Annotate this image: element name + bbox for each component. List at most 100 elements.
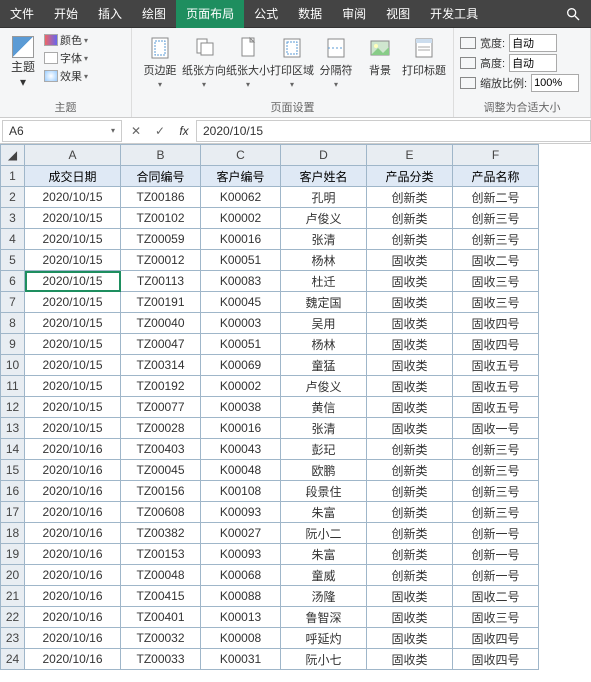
- cell[interactable]: TZ00314: [121, 355, 201, 376]
- cell[interactable]: 呼延灼: [281, 628, 367, 649]
- row-header-22[interactable]: 22: [1, 607, 25, 628]
- cell[interactable]: 固收三号: [453, 271, 539, 292]
- header-cell[interactable]: 合同编号: [121, 166, 201, 187]
- search-icon[interactable]: [563, 4, 583, 24]
- cell[interactable]: K00088: [201, 586, 281, 607]
- cell[interactable]: 固收类: [367, 607, 453, 628]
- fx-icon[interactable]: fx: [172, 124, 196, 138]
- cell[interactable]: 固收四号: [453, 313, 539, 334]
- cell[interactable]: 2020/10/16: [25, 502, 121, 523]
- printarea-button[interactable]: 打印区域▾: [270, 32, 314, 89]
- header-cell[interactable]: 成交日期: [25, 166, 121, 187]
- cell[interactable]: 2020/10/15: [25, 271, 121, 292]
- cell[interactable]: K00062: [201, 187, 281, 208]
- cell[interactable]: K00108: [201, 481, 281, 502]
- cell[interactable]: 2020/10/16: [25, 607, 121, 628]
- row-header-20[interactable]: 20: [1, 565, 25, 586]
- cell[interactable]: TZ00012: [121, 250, 201, 271]
- cell[interactable]: 创新三号: [453, 208, 539, 229]
- height-input[interactable]: [509, 54, 557, 72]
- name-box[interactable]: A6▾: [2, 120, 122, 142]
- row-header-18[interactable]: 18: [1, 523, 25, 544]
- cell[interactable]: 固收类: [367, 628, 453, 649]
- cell[interactable]: 2020/10/16: [25, 544, 121, 565]
- cell[interactable]: 魏定国: [281, 292, 367, 313]
- header-cell[interactable]: 客户姓名: [281, 166, 367, 187]
- menu-dev[interactable]: 开发工具: [420, 0, 488, 28]
- header-cell[interactable]: 客户编号: [201, 166, 281, 187]
- cell[interactable]: 阮小七: [281, 649, 367, 670]
- cell[interactable]: K00051: [201, 250, 281, 271]
- formula-input[interactable]: 2020/10/15: [196, 120, 591, 142]
- cell[interactable]: 2020/10/16: [25, 460, 121, 481]
- cell[interactable]: 2020/10/15: [25, 397, 121, 418]
- cell[interactable]: 2020/10/16: [25, 565, 121, 586]
- cell[interactable]: 鲁智深: [281, 607, 367, 628]
- col-header-F[interactable]: F: [453, 145, 539, 166]
- cell[interactable]: 创新类: [367, 565, 453, 586]
- cancel-icon[interactable]: ✕: [124, 124, 148, 138]
- cell[interactable]: 固收类: [367, 292, 453, 313]
- cell[interactable]: 固收四号: [453, 649, 539, 670]
- cell[interactable]: 2020/10/16: [25, 481, 121, 502]
- row-header-2[interactable]: 2: [1, 187, 25, 208]
- cell[interactable]: 创新一号: [453, 565, 539, 586]
- cell[interactable]: 固收类: [367, 397, 453, 418]
- cell[interactable]: K00031: [201, 649, 281, 670]
- header-cell[interactable]: 产品名称: [453, 166, 539, 187]
- cell[interactable]: 创新类: [367, 481, 453, 502]
- cell[interactable]: 固收四号: [453, 628, 539, 649]
- row-header-11[interactable]: 11: [1, 376, 25, 397]
- cell[interactable]: 固收类: [367, 313, 453, 334]
- cell[interactable]: 创新一号: [453, 523, 539, 544]
- cell[interactable]: K00093: [201, 544, 281, 565]
- cell[interactable]: TZ00048: [121, 565, 201, 586]
- row-header-4[interactable]: 4: [1, 229, 25, 250]
- row-header-12[interactable]: 12: [1, 397, 25, 418]
- menu-layout[interactable]: 页面布局: [176, 0, 244, 28]
- row-header-23[interactable]: 23: [1, 628, 25, 649]
- cell[interactable]: 2020/10/15: [25, 418, 121, 439]
- cell[interactable]: K00013: [201, 607, 281, 628]
- row-header-13[interactable]: 13: [1, 418, 25, 439]
- menu-view[interactable]: 视图: [376, 0, 420, 28]
- cell[interactable]: TZ00401: [121, 607, 201, 628]
- cell[interactable]: TZ00382: [121, 523, 201, 544]
- cell[interactable]: K00003: [201, 313, 281, 334]
- cell[interactable]: 朱富: [281, 544, 367, 565]
- menu-draw[interactable]: 绘图: [132, 0, 176, 28]
- cell[interactable]: TZ00156: [121, 481, 201, 502]
- col-header-E[interactable]: E: [367, 145, 453, 166]
- cell[interactable]: 张清: [281, 229, 367, 250]
- cell[interactable]: 固收五号: [453, 376, 539, 397]
- cell[interactable]: 创新类: [367, 208, 453, 229]
- cell[interactable]: 2020/10/15: [25, 313, 121, 334]
- cell[interactable]: 2020/10/15: [25, 208, 121, 229]
- cell[interactable]: 创新类: [367, 544, 453, 565]
- cell[interactable]: K00048: [201, 460, 281, 481]
- cell[interactable]: 创新类: [367, 523, 453, 544]
- row-header-6[interactable]: 6: [1, 271, 25, 292]
- cell[interactable]: 创新二号: [453, 187, 539, 208]
- cell[interactable]: TZ00153: [121, 544, 201, 565]
- cell[interactable]: K00016: [201, 229, 281, 250]
- cell[interactable]: 固收三号: [453, 607, 539, 628]
- cell[interactable]: 2020/10/15: [25, 355, 121, 376]
- cell[interactable]: TZ00186: [121, 187, 201, 208]
- row-header-10[interactable]: 10: [1, 355, 25, 376]
- cell[interactable]: 杨林: [281, 334, 367, 355]
- cell[interactable]: 2020/10/16: [25, 649, 121, 670]
- menu-file[interactable]: 文件: [0, 0, 44, 28]
- cell[interactable]: 固收五号: [453, 355, 539, 376]
- cell[interactable]: 2020/10/15: [25, 250, 121, 271]
- breaks-button[interactable]: 分隔符▾: [314, 32, 358, 89]
- theme-font[interactable]: 字体▾: [44, 50, 88, 66]
- row-header-17[interactable]: 17: [1, 502, 25, 523]
- cell[interactable]: 固收类: [367, 586, 453, 607]
- cell[interactable]: 固收四号: [453, 334, 539, 355]
- background-button[interactable]: 背景: [358, 32, 402, 78]
- cell[interactable]: 彭玘: [281, 439, 367, 460]
- cell[interactable]: 固收五号: [453, 397, 539, 418]
- cell[interactable]: 固收类: [367, 418, 453, 439]
- cell[interactable]: K00016: [201, 418, 281, 439]
